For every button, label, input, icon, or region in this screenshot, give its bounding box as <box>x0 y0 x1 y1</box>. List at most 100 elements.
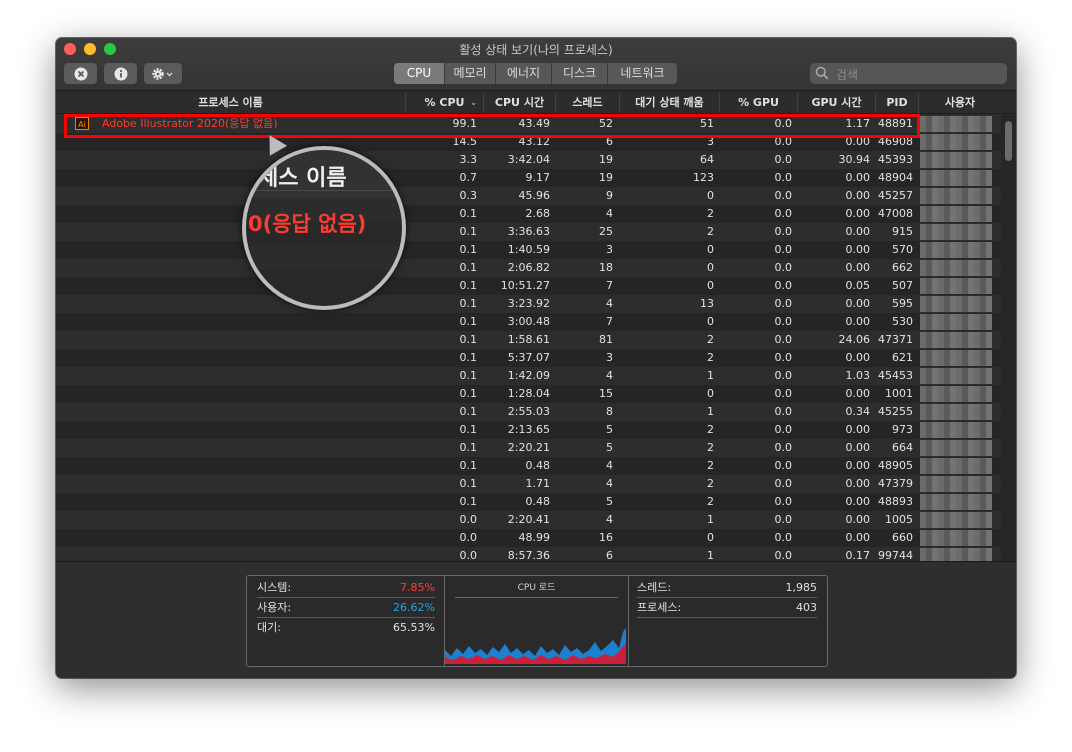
x-circle-icon <box>74 67 87 80</box>
column-cpu-percent[interactable]: % CPU ⌄ <box>405 93 483 113</box>
cell-threads: 3 <box>606 351 613 364</box>
cell-threads: 15 <box>599 387 613 400</box>
cell-cpu: 0.0 <box>459 531 478 544</box>
cell-gputime: 0.00 <box>845 189 871 202</box>
cell-time: 1:58.61 <box>507 333 550 346</box>
redacted-user-cell <box>920 242 992 258</box>
cell-cpu: 0.1 <box>459 351 478 364</box>
cell-time: 1:42.09 <box>507 369 550 382</box>
table-row[interactable]: 0.1 1:58.61 81 2 0.0 24.06 47371 <box>56 331 1001 349</box>
tab-cpu[interactable]: CPU <box>394 63 445 84</box>
cell-gpu: 0.0 <box>774 351 793 364</box>
search-placeholder: 검색 <box>836 68 859 82</box>
table-row[interactable]: 0.1 2:13.65 5 2 0.0 0.00 973 <box>56 421 1001 439</box>
cell-cpu: 0.1 <box>459 405 478 418</box>
cell-gpu: 0.0 <box>774 297 793 310</box>
cell-time: 2:55.03 <box>507 405 550 418</box>
table-row[interactable]: 0.1 2.68 4 2 0.0 0.00 47008 <box>56 205 1001 223</box>
cell-wakeups: 13 <box>700 297 714 310</box>
actions-menu-button[interactable] <box>144 63 182 84</box>
table-row[interactable]: 0.1 3:36.63 25 2 0.0 0.00 915 <box>56 223 1001 241</box>
cell-gpu: 0.0 <box>774 225 793 238</box>
cell-cpu: 0.7 <box>459 171 478 184</box>
cell-pid: 45393 <box>878 153 913 166</box>
table-row[interactable]: 0.3 45.96 9 0 0.0 0.00 45257 <box>56 187 1001 205</box>
table-row[interactable]: 0.1 0.48 4 2 0.0 0.00 48905 <box>56 457 1001 475</box>
cell-cpu: 0.1 <box>459 225 478 238</box>
cell-pid: 662 <box>892 261 913 274</box>
cell-cpu: 0.1 <box>459 279 478 292</box>
redacted-user-cell <box>920 548 992 561</box>
cell-wakeups: 2 <box>707 207 714 220</box>
cell-gputime: 24.06 <box>838 333 871 346</box>
redacted-user-cell <box>920 530 992 546</box>
column-user[interactable]: 사용자 <box>918 93 1001 113</box>
cell-wakeups: 0 <box>707 261 714 274</box>
redacted-user-cell <box>920 134 992 150</box>
search-field[interactable]: 검색 <box>810 63 1007 84</box>
column-gpu-percent[interactable]: % GPU <box>719 93 797 113</box>
table-row[interactable]: 0.1 0.48 5 2 0.0 0.00 48893 <box>56 493 1001 511</box>
cell-time: 2:20.21 <box>507 441 550 454</box>
cell-threads: 81 <box>599 333 613 346</box>
tab-disk[interactable]: 디스크 <box>552 63 608 84</box>
idle-value: 65.53% <box>393 621 435 634</box>
table-row[interactable]: 0.1 1:40.59 3 0 0.0 0.00 570 <box>56 241 1001 259</box>
table-row[interactable]: 0.1 3:00.48 7 0 0.0 0.00 530 <box>56 313 1001 331</box>
redacted-user-cell <box>920 476 992 492</box>
column-gpu-time[interactable]: GPU 시간 <box>797 93 875 113</box>
tab-energy[interactable]: 에너지 <box>496 63 552 84</box>
divider <box>637 597 817 598</box>
table-row[interactable]: 0.1 1.71 4 2 0.0 0.00 47379 <box>56 475 1001 493</box>
cell-pid: 99744 <box>878 549 913 561</box>
table-row[interactable]: 0.0 48.99 16 0 0.0 0.00 660 <box>56 529 1001 547</box>
table-row[interactable]: 0.1 10:51.27 7 0 0.0 0.05 507 <box>56 277 1001 295</box>
column-process-name[interactable]: 프로세스 이름 <box>56 93 405 113</box>
table-row[interactable]: 0.1 2:55.03 8 1 0.0 0.34 45255 <box>56 403 1001 421</box>
cell-gpu: 0.0 <box>774 333 793 346</box>
redacted-user-cell <box>920 440 992 456</box>
table-row[interactable]: 3.3 3:42.04 19 64 0.0 30.94 45393 <box>56 151 1001 169</box>
table-row[interactable]: 0.1 5:37.07 3 2 0.0 0.00 621 <box>56 349 1001 367</box>
column-idle-wakeups[interactable]: 대기 상태 깨움 <box>619 93 719 113</box>
cell-wakeups: 2 <box>707 351 714 364</box>
idle-label: 대기: <box>257 621 281 634</box>
scrollbar-thumb[interactable] <box>1005 121 1012 161</box>
cell-gputime: 0.00 <box>845 477 871 490</box>
cell-time: 3:42.04 <box>507 153 550 166</box>
cell-gpu: 0.0 <box>774 369 793 382</box>
tab-memory[interactable]: 메모리 <box>445 63 496 84</box>
table-row[interactable]: 0.1 2:20.21 5 2 0.0 0.00 664 <box>56 439 1001 457</box>
cell-pid: 621 <box>892 351 913 364</box>
inspect-process-button[interactable] <box>104 63 137 84</box>
redacted-user-cell <box>920 458 992 474</box>
processes-label: 프로세스: <box>637 601 682 614</box>
table-row[interactable]: 0.1 3:23.92 4 13 0.0 0.00 595 <box>56 295 1001 313</box>
cell-pid: 915 <box>892 225 913 238</box>
tab-network[interactable]: 네트워크 <box>608 63 677 84</box>
vertical-scrollbar[interactable] <box>1001 115 1016 561</box>
table-row[interactable]: 0.1 2:06.82 18 0 0.0 0.00 662 <box>56 259 1001 277</box>
table-row[interactable]: 0.1 1:42.09 4 1 0.0 1.03 45453 <box>56 367 1001 385</box>
table-row[interactable]: 0.0 8:57.36 6 1 0.0 0.17 99744 <box>56 547 1001 561</box>
quit-process-button[interactable] <box>64 63 97 84</box>
cell-threads: 25 <box>599 225 613 238</box>
cell-threads: 4 <box>606 459 613 472</box>
cell-wakeups: 123 <box>693 171 714 184</box>
column-pid[interactable]: PID <box>875 93 918 113</box>
cell-time: 48.99 <box>518 531 551 544</box>
cell-threads: 7 <box>606 279 613 292</box>
table-row[interactable]: 0.7 9.17 19 123 0.0 0.00 48904 <box>56 169 1001 187</box>
column-cpu-time[interactable]: CPU 시간 <box>483 93 555 113</box>
redacted-user-cell <box>920 152 992 168</box>
cell-gputime: 0.00 <box>845 207 871 220</box>
cell-gpu: 0.0 <box>774 387 793 400</box>
cell-time: 0.48 <box>525 495 551 508</box>
column-threads[interactable]: 스레드 <box>555 93 619 113</box>
cell-threads: 4 <box>606 297 613 310</box>
cpu-load-title: CPU 로드 <box>517 583 556 593</box>
cell-wakeups: 2 <box>707 333 714 346</box>
table-row[interactable]: 0.1 1:28.04 15 0 0.0 0.00 1001 <box>56 385 1001 403</box>
table-row[interactable]: 0.0 2:20.41 4 1 0.0 0.00 1005 <box>56 511 1001 529</box>
redacted-user-cell <box>920 260 992 276</box>
